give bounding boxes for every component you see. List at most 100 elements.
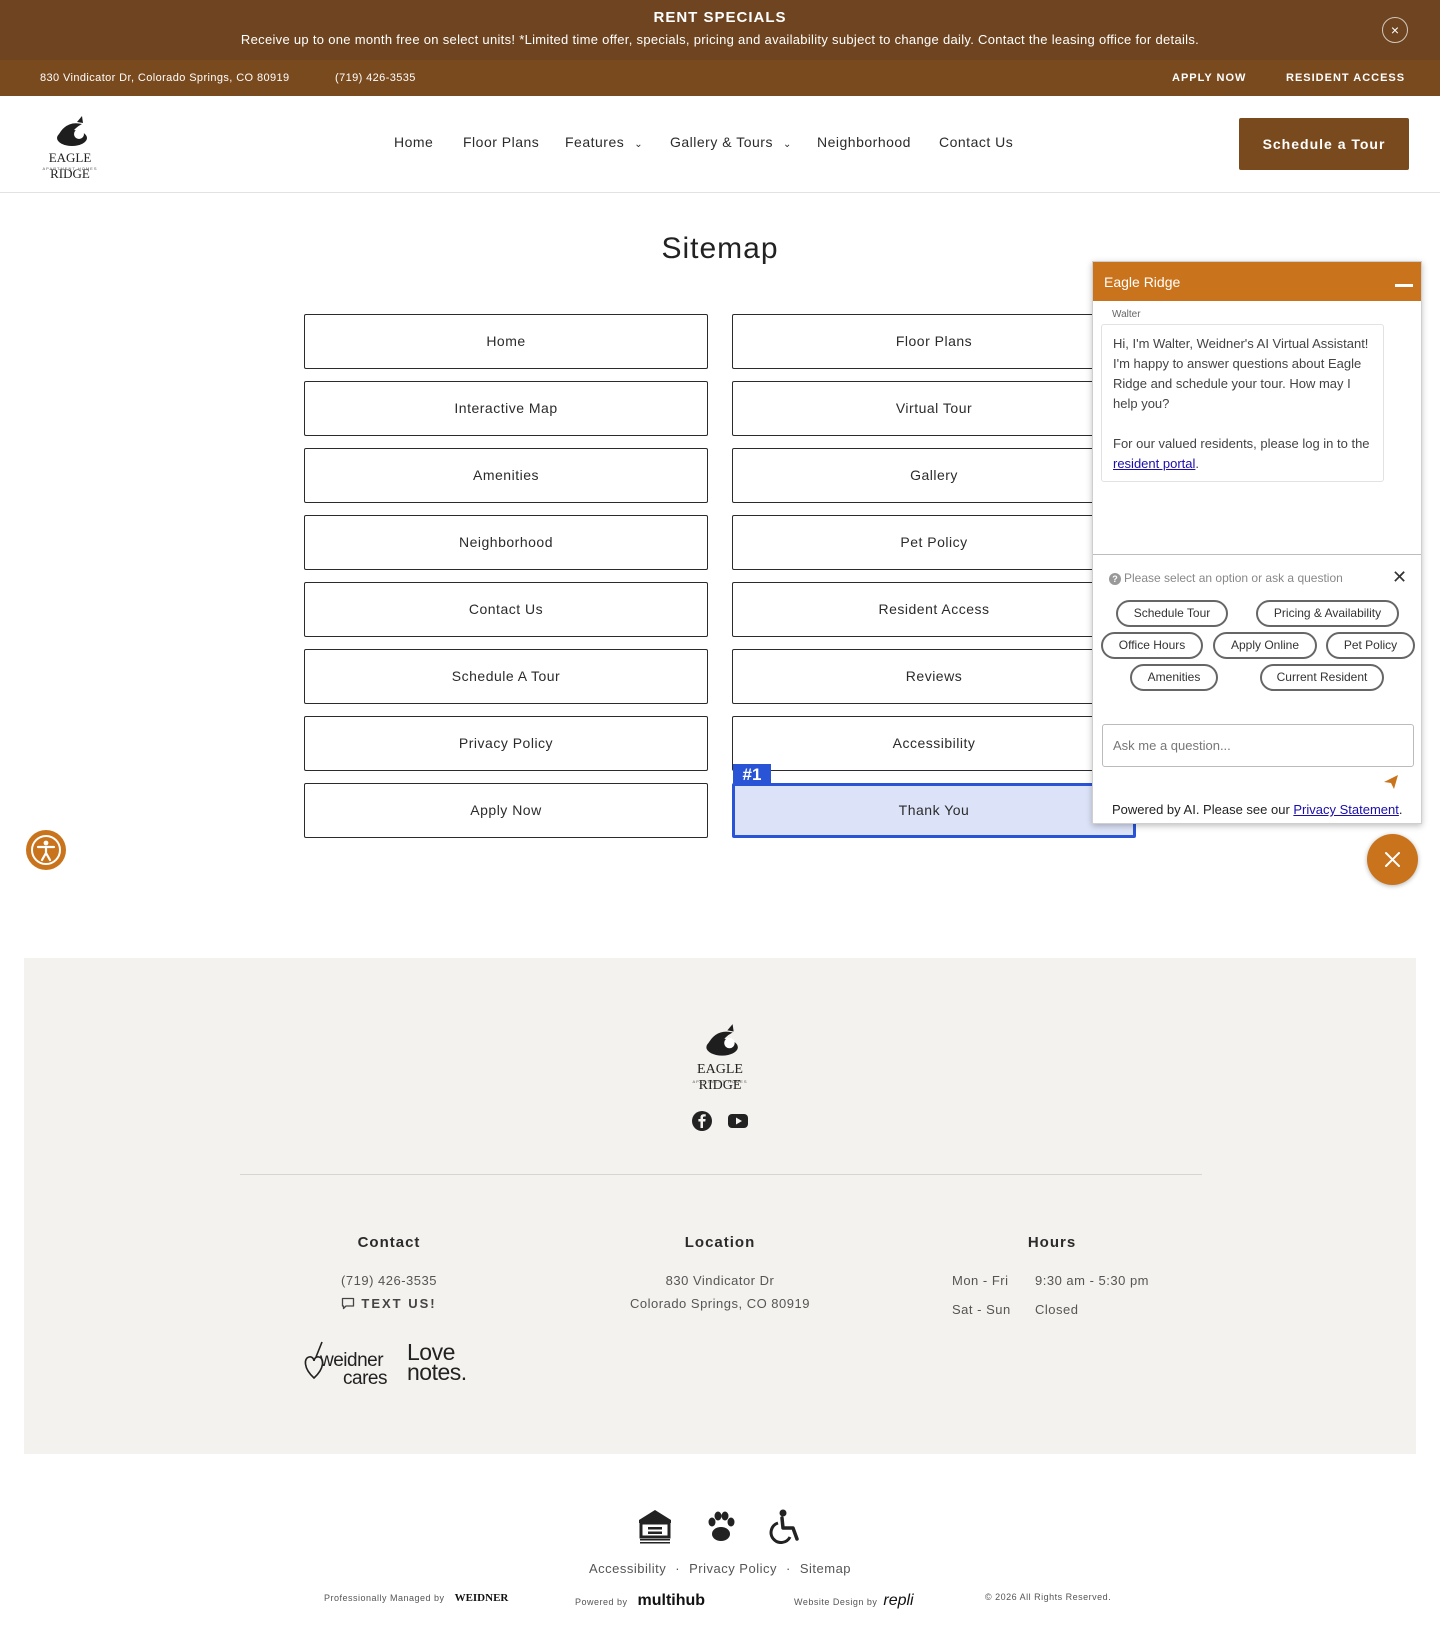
privacy-statement-link[interactable]: Privacy Statement xyxy=(1293,802,1399,817)
hours-time: Closed xyxy=(1035,1302,1079,1317)
separator: · xyxy=(786,1561,791,1576)
sitemap-link-reviews[interactable]: Reviews xyxy=(732,649,1136,704)
chat-toggle-button[interactable] xyxy=(1367,834,1418,885)
sitemap-link-privacy-policy[interactable]: Privacy Policy xyxy=(304,716,708,771)
footer-logo[interactable]: EAGLE RIDGE APARTMENT HOMES xyxy=(678,1022,762,1093)
nav-floor-plans-label: Floor Plans xyxy=(463,134,540,150)
chat-sender-name: Walter xyxy=(1112,309,1141,320)
chat-message-resident-suffix: . xyxy=(1195,456,1200,471)
footer-address-line2[interactable]: Colorado Springs, CO 80919 xyxy=(600,1296,840,1311)
accessibility-widget-button[interactable] xyxy=(26,830,66,870)
chat-option-schedule-tour[interactable]: Schedule Tour xyxy=(1116,600,1228,627)
chat-footer: Powered by AI. Please see our Privacy St… xyxy=(1112,802,1403,817)
chat-title: Eagle Ridge xyxy=(1104,274,1181,290)
footer-address-line1[interactable]: 830 Vindicator Dr xyxy=(600,1273,840,1288)
info-address[interactable]: 830 Vindicator Dr, Colorado Springs, CO … xyxy=(40,72,290,84)
footer-location-title: Location xyxy=(684,1234,756,1251)
managed-by-credit[interactable]: Professionally Managed by WEIDNER xyxy=(324,1592,508,1604)
sitemap-link-thank-you[interactable]: Thank You xyxy=(732,783,1136,838)
highlight-badge: #1 xyxy=(733,764,771,786)
chat-option-office-hours[interactable]: Office Hours xyxy=(1101,632,1203,659)
powered-by-credit[interactable]: Powered by multihub xyxy=(575,1592,705,1610)
top-info-bar: 830 Vindicator Dr, Colorado Springs, CO … xyxy=(0,60,1440,96)
logo-subtext: APARTMENT HOMES xyxy=(42,166,98,171)
chat-bubble-icon xyxy=(342,1297,355,1310)
chat-footer-suffix: . xyxy=(1398,802,1403,817)
resident-access-link[interactable]: RESIDENT ACCESS xyxy=(1286,72,1405,84)
eagle-ridge-logo[interactable]: EAGLE RIDGE APARTMENT HOMES xyxy=(30,114,110,181)
nav-neighborhood-label: Neighborhood xyxy=(817,134,911,150)
nav-gallery-tours[interactable]: Gallery & Tours ⌄ xyxy=(670,134,792,150)
send-icon[interactable] xyxy=(1383,774,1399,790)
chat-minimize-button[interactable] xyxy=(1395,284,1413,287)
chat-option-amenities[interactable]: Amenities xyxy=(1130,664,1218,691)
chat-message-resident-prefix: For our valued residents, please log in … xyxy=(1113,436,1370,451)
rent-specials-text: Receive up to one month free on select u… xyxy=(240,32,1200,47)
sitemap-link-home[interactable]: Home xyxy=(304,314,708,369)
resident-portal-link[interactable]: resident portal xyxy=(1113,456,1195,471)
chat-option-pet-policy[interactable]: Pet Policy xyxy=(1326,632,1415,659)
nav-home-label: Home xyxy=(394,134,434,150)
text-us-link[interactable]: TEXT US! xyxy=(269,1296,509,1311)
sitemap-link-virtual-tour[interactable]: Virtual Tour xyxy=(732,381,1136,436)
hours-days: Mon - Fri xyxy=(952,1273,1009,1288)
multihub-logo: multihub xyxy=(637,1592,706,1609)
sitemap-link-schedule-a-tour[interactable]: Schedule A Tour xyxy=(304,649,708,704)
footer-logo-subtext: APARTMENT HOMES xyxy=(692,1079,748,1084)
nav-features-label: Features xyxy=(565,134,625,150)
sitemap-link-pet-policy[interactable]: Pet Policy xyxy=(732,515,1136,570)
sitemap-link-gallery[interactable]: Gallery xyxy=(732,448,1136,503)
chat-message-text: Hi, I'm Walter, Weidner's AI Virtual Ass… xyxy=(1113,336,1369,411)
youtube-icon[interactable] xyxy=(727,1110,749,1132)
chevron-down-icon: ⌄ xyxy=(634,139,644,150)
footer-link-sitemap[interactable]: Sitemap xyxy=(800,1561,851,1576)
wheelchair-icon xyxy=(769,1509,799,1544)
nav-home[interactable]: Home xyxy=(394,134,433,150)
powered-by-label: Powered by xyxy=(575,1597,628,1607)
sitemap-link-resident-access[interactable]: Resident Access xyxy=(732,582,1136,637)
banner-close-button[interactable]: × xyxy=(1382,17,1408,43)
hours-days: Sat - Sun xyxy=(952,1302,1011,1317)
chat-message-resident: For our valued residents, please log in … xyxy=(1113,434,1372,474)
sitemap-link-accessibility[interactable]: Accessibility xyxy=(732,716,1136,771)
website-design-credit[interactable]: Website Design by repli xyxy=(794,1592,914,1610)
footer-links: Accessibility · Privacy Policy · Sitemap xyxy=(0,1561,1440,1576)
footer-link-accessibility[interactable]: Accessibility xyxy=(589,1561,666,1576)
facebook-icon[interactable] xyxy=(691,1110,713,1132)
chat-widget: Eagle Ridge Walter Hi, I'm Walter, Weidn… xyxy=(1092,261,1422,824)
repli-logo: repli xyxy=(883,1592,914,1609)
sitemap-link-neighborhood[interactable]: Neighborhood xyxy=(304,515,708,570)
chat-footer-text: Powered by AI. Please see our xyxy=(1112,802,1294,817)
info-phone-link[interactable]: (719) 426-3535 xyxy=(335,72,416,84)
nav-floor-plans[interactable]: Floor Plans xyxy=(463,134,539,150)
sitemap-link-floor-plans[interactable]: Floor Plans xyxy=(732,314,1136,369)
schedule-tour-button[interactable]: Schedule a Tour xyxy=(1239,118,1409,170)
paw-icon xyxy=(708,1511,735,1541)
separator: · xyxy=(675,1561,681,1576)
chat-input[interactable] xyxy=(1102,724,1414,767)
copyright: © 2026 All Rights Reserved. xyxy=(985,1592,1112,1602)
chat-option-apply-online[interactable]: Apply Online xyxy=(1213,632,1317,659)
apply-now-link[interactable]: APPLY NOW xyxy=(1172,72,1246,84)
sitemap-link-apply-now[interactable]: Apply Now xyxy=(304,783,708,838)
close-icon[interactable]: ✕ xyxy=(1392,567,1407,588)
sitemap-link-contact-us[interactable]: Contact Us xyxy=(304,582,708,637)
sitemap-link-amenities[interactable]: Amenities xyxy=(304,448,708,503)
love-notes-text-2: notes. xyxy=(407,1359,467,1385)
website-design-label: Website Design by xyxy=(794,1597,878,1607)
chat-option-current-resident[interactable]: Current Resident xyxy=(1260,664,1384,691)
chat-divider xyxy=(1093,554,1421,555)
footer-phone-link[interactable]: (719) 426-3535 xyxy=(269,1273,509,1288)
footer-link-privacy-policy[interactable]: Privacy Policy xyxy=(689,1561,777,1576)
nav-contact-us[interactable]: Contact Us xyxy=(939,134,1013,150)
rent-specials-title: RENT SPECIALS xyxy=(653,9,787,26)
nav-neighborhood[interactable]: Neighborhood xyxy=(817,134,911,150)
help-icon: ? xyxy=(1109,573,1121,585)
weidner-logo: WEIDNER xyxy=(454,1592,509,1604)
chat-option-pricing[interactable]: Pricing & Availability xyxy=(1256,600,1399,627)
eagle-icon xyxy=(706,1024,738,1056)
chat-prompt-text: Please select an option or ask a questio… xyxy=(1124,571,1343,585)
chat-header: Eagle Ridge xyxy=(1093,262,1421,301)
nav-features[interactable]: Features ⌄ xyxy=(565,134,643,150)
sitemap-link-interactive-map[interactable]: Interactive Map xyxy=(304,381,708,436)
